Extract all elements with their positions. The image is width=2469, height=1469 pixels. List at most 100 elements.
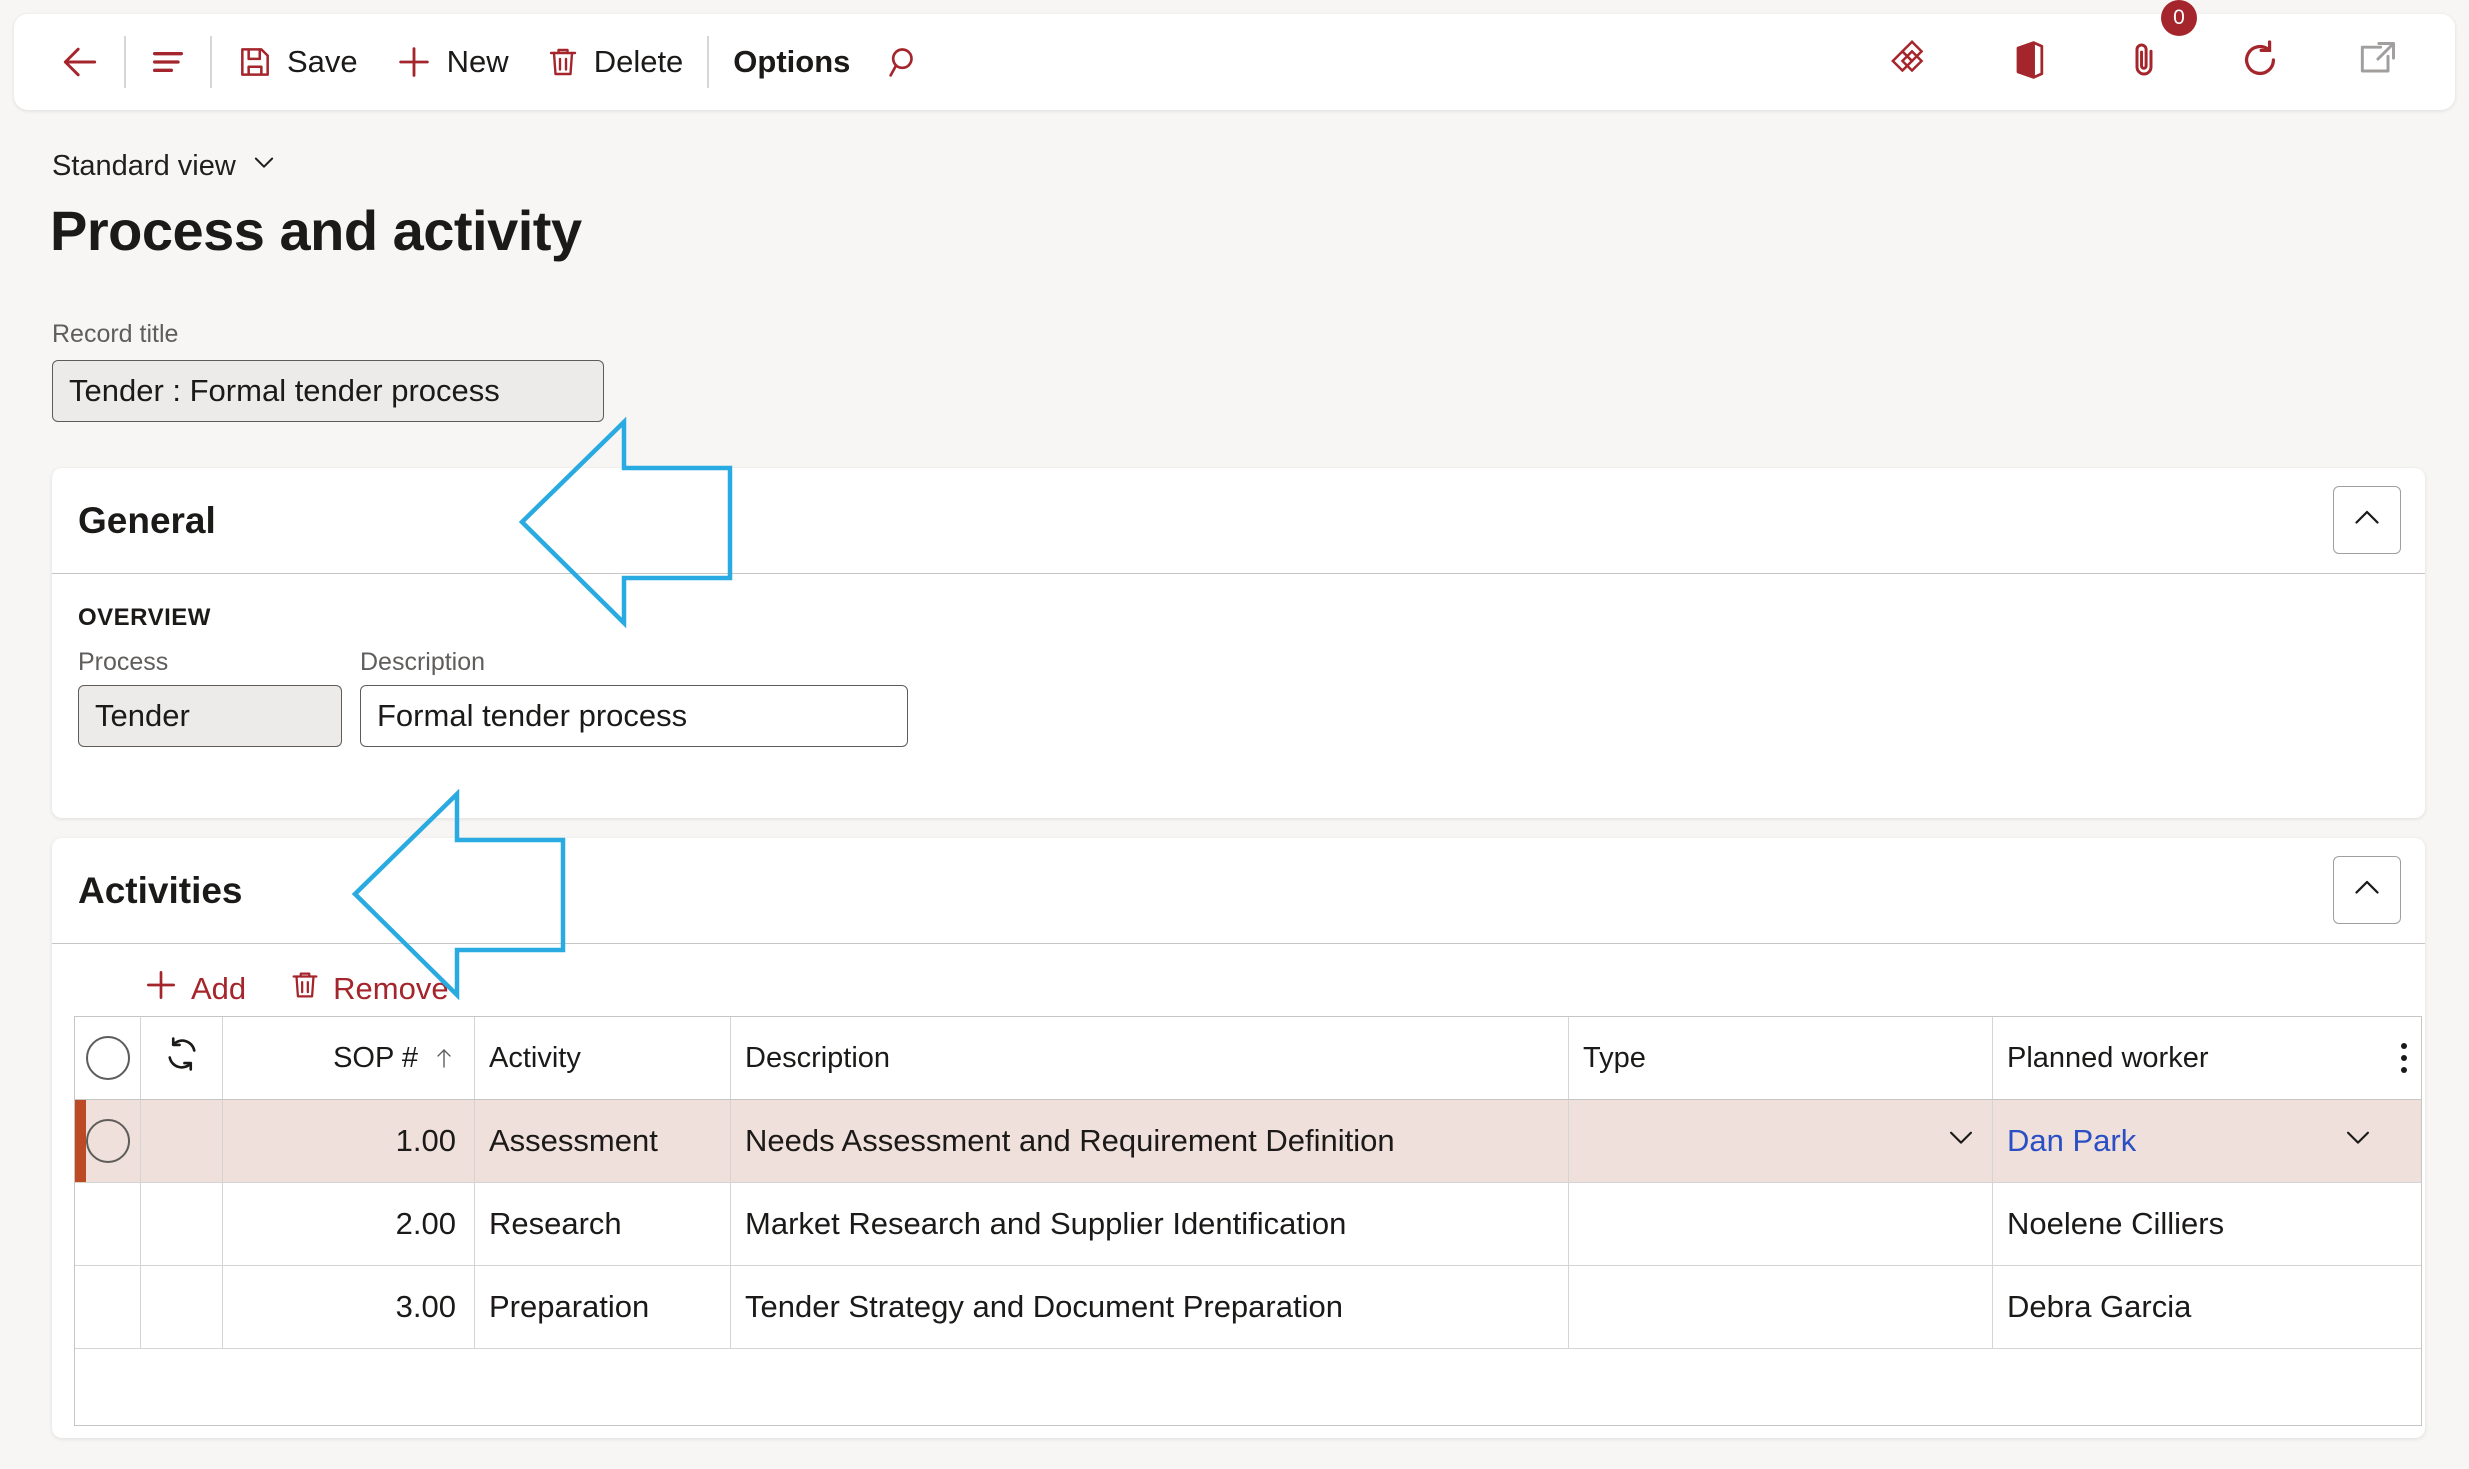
remove-activity-button[interactable]: Remove [272,962,464,1016]
column-header-description[interactable]: Description [731,1017,1569,1099]
show-navigation-pane-button[interactable] [132,14,204,110]
view-selector-label: Standard view [52,149,236,182]
open-in-new-window-button[interactable] [2339,14,2415,110]
arrow-left-icon [58,40,102,84]
chevron-down-icon[interactable] [2341,1120,2375,1162]
cell-sop[interactable]: 1.00 [223,1100,475,1182]
chevron-up-icon [2349,500,2385,541]
save-button[interactable]: Save [218,14,376,110]
table-row[interactable]: 3.00 Preparation Tender Strategy and Doc… [75,1266,2421,1349]
new-button[interactable]: New [376,14,527,110]
grid-new-row-cell[interactable] [75,1349,2421,1425]
cell-sop[interactable]: 2.00 [223,1183,475,1265]
refresh-button[interactable] [2221,14,2299,110]
select-all-header-cell[interactable] [75,1017,141,1099]
toolbar-divider [707,36,710,88]
add-activity-label: Add [191,971,247,1006]
refresh-rows-icon [161,1033,203,1083]
app-page: Save New Delete Options 0 Standard view … [0,0,2469,1469]
table-row[interactable]: 2.00 Research Market Research and Suppli… [75,1183,2421,1266]
row-refresh-cell [141,1266,223,1348]
circle-select-icon [85,1119,130,1163]
delete-button[interactable]: Delete [527,14,702,110]
office-apps-icon [2007,38,2051,87]
overview-group-label: OVERVIEW [78,604,211,631]
record-title-field[interactable]: Tender : Formal tender process [52,360,604,422]
save-disk-icon [236,43,274,81]
activities-collapse-button[interactable] [2333,856,2401,924]
grid-header-row: SOP # Activity Description Type Planned … [75,1017,2421,1100]
description-field[interactable]: Formal tender process [360,685,908,747]
row-select-cell[interactable] [75,1183,141,1265]
flow-diamond-icon [1889,37,1935,88]
more-options-icon[interactable] [2401,1043,2407,1073]
circle-select-icon [85,1036,130,1080]
cell-description[interactable]: Needs Assessment and Requirement Definit… [731,1100,1569,1182]
toolbar-divider [124,36,126,88]
general-section-header[interactable]: General [52,468,2425,574]
view-selector[interactable]: Standard view [52,148,278,184]
cell-planned-worker[interactable]: Noelene Cilliers [1993,1183,2421,1265]
cell-planned-worker-value: Dan Park [2007,1123,2137,1158]
column-header-planned-worker-label: Planned worker [2007,1041,2209,1074]
column-header-activity[interactable]: Activity [475,1017,731,1099]
description-field-label: Description [360,648,486,676]
flow-diamond-icon-button[interactable] [1873,14,1951,110]
record-title-label: Record title [52,320,179,348]
cell-activity[interactable]: Assessment [475,1100,731,1182]
trash-icon [288,968,322,1010]
plus-icon [142,966,180,1012]
remove-activity-label: Remove [333,971,449,1006]
toolbar-right-group: 0 [1873,0,2433,110]
cell-description[interactable]: Tender Strategy and Document Preparation [731,1266,1569,1348]
chevron-down-icon [250,148,278,184]
attachments-button[interactable]: 0 [2107,0,2197,110]
office-apps-button[interactable] [1991,14,2067,110]
options-button-label: Options [733,44,851,79]
cell-activity[interactable]: Preparation [475,1266,731,1348]
cell-type[interactable] [1569,1183,1993,1265]
activities-section-title: Activities [78,869,243,911]
row-refresh-cell [141,1100,223,1182]
back-button[interactable] [42,14,118,110]
process-field-value: Tender [95,698,190,733]
delete-button-label: Delete [593,44,684,79]
attachment-paperclip-icon [2123,39,2165,86]
options-button[interactable]: Options [715,14,868,110]
general-collapse-button[interactable] [2333,486,2401,554]
activities-section-header[interactable]: Activities [52,838,2425,944]
add-activity-button[interactable]: Add [126,960,262,1018]
cell-planned-worker[interactable]: Debra Garcia [1993,1266,2421,1348]
search-button[interactable] [868,14,940,110]
refresh-rows-header-cell[interactable] [141,1017,223,1099]
cell-planned-worker[interactable]: Dan Park [1993,1100,2421,1182]
chevron-down-icon[interactable] [1944,1120,1978,1162]
cell-sop[interactable]: 3.00 [223,1266,475,1348]
process-field[interactable]: Tender [78,685,342,747]
activities-grid-toolbar: Add Remove [126,960,2425,1018]
description-field-group: Description Formal tender process [360,648,908,747]
cell-description[interactable]: Market Research and Supplier Identificat… [731,1183,1569,1265]
column-header-sop-label: SOP # [333,1041,418,1074]
toolbar-left-group: Save New Delete Options [42,14,940,110]
search-icon [884,42,924,82]
column-header-type[interactable]: Type [1569,1017,1993,1099]
column-header-sop[interactable]: SOP # [223,1017,475,1099]
row-select-cell[interactable] [75,1266,141,1348]
process-field-label: Process [78,648,169,676]
open-in-new-window-icon [2355,38,2399,87]
cell-type[interactable] [1569,1100,1993,1182]
description-field-value: Formal tender process [377,698,688,733]
trash-icon [545,44,581,80]
cell-activity[interactable]: Research [475,1183,731,1265]
table-row[interactable]: 1.00 Assessment Needs Assessment and Req… [75,1100,2421,1183]
page-title: Process and activity [50,199,582,262]
overview-fields-row: Process Tender Description Formal tender… [78,648,2425,747]
chevron-up-icon [2349,870,2385,911]
grid-new-row-placeholder[interactable] [75,1349,2421,1425]
column-header-planned-worker[interactable]: Planned worker [1993,1017,2421,1099]
cell-type[interactable] [1569,1266,1993,1348]
attachments-count-badge: 0 [2161,0,2197,36]
plus-icon [394,42,434,82]
new-button-label: New [446,44,509,79]
